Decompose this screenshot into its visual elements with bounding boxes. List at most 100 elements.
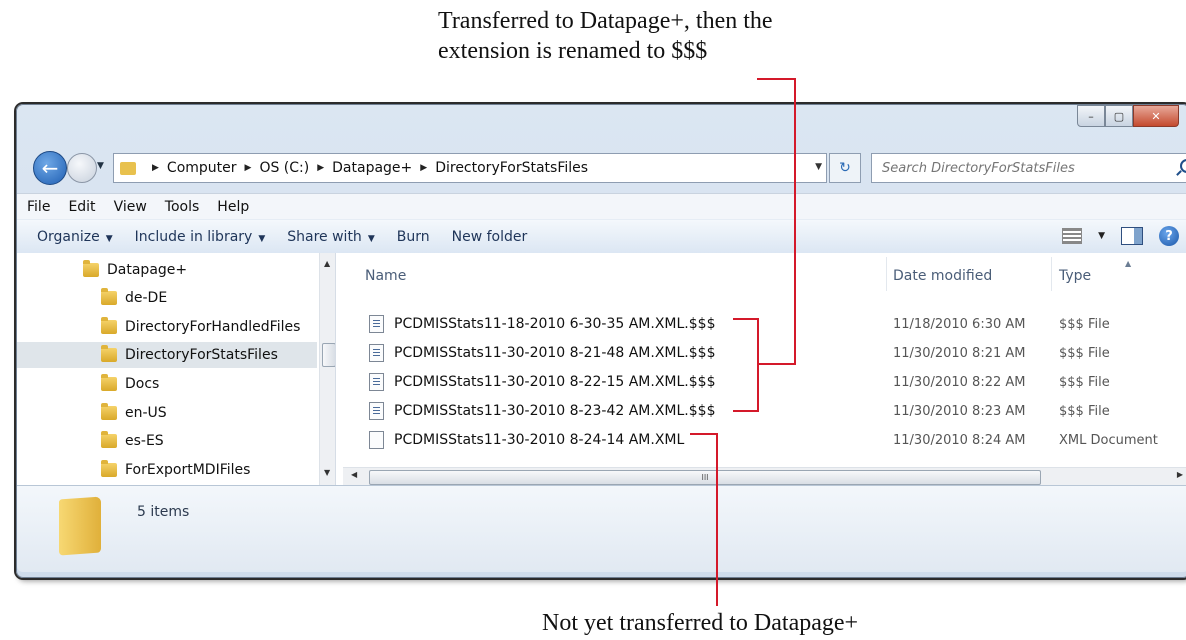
- folder-icon: [101, 431, 117, 448]
- close-button[interactable]: ✕: [1133, 105, 1179, 127]
- column-divider[interactable]: [1051, 257, 1052, 291]
- breadcrumb-separator-icon[interactable]: ▶: [317, 163, 324, 173]
- folder-icon: [101, 317, 117, 334]
- menu-bar: File Edit View Tools Help: [17, 193, 1186, 220]
- tree-item-for-export-mdi-files[interactable]: ForExportMDIFiles: [101, 457, 250, 483]
- column-header-type[interactable]: Type: [1059, 263, 1091, 289]
- folder-icon: [101, 288, 117, 305]
- file-row[interactable]: PCDMISStats11-30-2010 8-22-15 AM.XML.$$$…: [343, 369, 1186, 397]
- xml-file-icon: [369, 431, 384, 449]
- tree-item-label: de-DE: [125, 290, 168, 306]
- file-name: PCDMISStats11-30-2010 8-23-42 AM.XML.$$$: [394, 403, 716, 419]
- search-input[interactable]: [880, 159, 1174, 177]
- file-type: $$$ File: [1059, 346, 1110, 361]
- file-date: 11/18/2010 6:30 AM: [893, 317, 1026, 332]
- breadcrumb-separator-icon[interactable]: ▶: [420, 163, 427, 173]
- scroll-left-icon[interactable]: ◀: [351, 470, 357, 479]
- tree-item-de-de[interactable]: de-DE: [101, 285, 167, 311]
- views-dropdown-icon[interactable]: ▼: [1098, 231, 1105, 241]
- file-row[interactable]: PCDMISStats11-30-2010 8-23-42 AM.XML.$$$…: [343, 398, 1186, 426]
- annotation-bracket: [757, 318, 759, 412]
- file-list: Name Date modified Type ▲ PCDMISStats11-…: [343, 253, 1186, 486]
- details-pane: 5 items: [17, 485, 1186, 572]
- address-bar[interactable]: ▶ Computer ▶ OS (C:) ▶ Datapage+ ▶ Direc…: [113, 153, 827, 183]
- refresh-button[interactable]: ↻: [829, 153, 861, 183]
- tree-item-es-es[interactable]: es-ES: [101, 428, 164, 454]
- tree-item-docs[interactable]: Docs: [101, 371, 159, 397]
- sort-ascending-icon: ▲: [1125, 259, 1132, 268]
- annotation-transferred-line1: Transferred to Datapage+, then the: [438, 8, 773, 34]
- help-icon[interactable]: ?: [1159, 226, 1179, 246]
- menu-tools[interactable]: Tools: [165, 199, 200, 215]
- breadcrumb-directory-for-stats-files[interactable]: DirectoryForStatsFiles: [435, 160, 588, 176]
- breadcrumb-separator-icon[interactable]: ▶: [152, 163, 159, 173]
- file-name: PCDMISStats11-30-2010 8-22-15 AM.XML.$$$: [394, 374, 716, 390]
- sss-file-icon: [369, 315, 384, 333]
- file-list-scrollbar[interactable]: ◀ III ▶: [343, 467, 1186, 486]
- annotation-line: [758, 363, 796, 365]
- annotation-line: [716, 433, 718, 606]
- column-header-name[interactable]: Name: [365, 263, 406, 289]
- file-date: 11/30/2010 8:22 AM: [893, 375, 1026, 390]
- include-in-library-button[interactable]: Include in library ▼: [135, 229, 266, 245]
- tree-item-en-us[interactable]: en-US: [101, 400, 167, 426]
- forward-button[interactable]: [67, 153, 97, 183]
- file-type: $$$ File: [1059, 404, 1110, 419]
- menu-edit[interactable]: Edit: [68, 199, 95, 215]
- burn-button[interactable]: Burn: [397, 229, 430, 245]
- views-icon[interactable]: [1062, 228, 1083, 244]
- scrollbar-thumb[interactable]: III: [369, 470, 1041, 485]
- search-icon[interactable]: [1180, 159, 1186, 173]
- tree-item-label: DirectoryForHandledFiles: [125, 319, 301, 335]
- sss-file-icon: [369, 373, 384, 391]
- address-dropdown-icon[interactable]: ▼: [815, 162, 822, 172]
- column-header-date-modified[interactable]: Date modified: [893, 263, 992, 289]
- file-name: PCDMISStats11-30-2010 8-21-48 AM.XML.$$$: [394, 345, 716, 361]
- file-type: XML Document: [1059, 433, 1158, 448]
- scroll-down-icon[interactable]: ▼: [324, 468, 330, 477]
- breadcrumb-os-c[interactable]: OS (C:): [259, 160, 309, 176]
- share-with-button[interactable]: Share with ▼: [287, 229, 374, 245]
- menu-help[interactable]: Help: [217, 199, 249, 215]
- scroll-right-icon[interactable]: ▶: [1177, 470, 1183, 479]
- tree-item-directory-for-handled-files[interactable]: DirectoryForHandledFiles: [101, 314, 300, 340]
- tree-item-datapage[interactable]: Datapage+: [83, 257, 187, 283]
- maximize-button[interactable]: ▢: [1105, 105, 1133, 127]
- back-button[interactable]: ←: [33, 151, 67, 185]
- chevron-down-icon: ▼: [258, 234, 266, 244]
- chevron-down-icon: ▼: [367, 234, 375, 244]
- explorer-window: – ▢ ✕ ← ▼ ▶ Computer ▶ OS (C:) ▶ Datapag…: [16, 104, 1186, 578]
- nav-pane-scrollbar[interactable]: ▲ ▼: [319, 253, 335, 485]
- file-date: 11/30/2010 8:24 AM: [893, 433, 1026, 448]
- file-name: PCDMISStats11-18-2010 6-30-35 AM.XML.$$$: [394, 316, 716, 332]
- organize-button[interactable]: Organize ▼: [37, 229, 113, 245]
- file-row[interactable]: PCDMISStats11-18-2010 6-30-35 AM.XML.$$$…: [343, 311, 1186, 339]
- include-in-library-label: Include in library: [134, 229, 253, 245]
- new-folder-button[interactable]: New folder: [452, 229, 528, 245]
- breadcrumb-computer[interactable]: Computer: [167, 160, 237, 176]
- file-name-cell: PCDMISStats11-18-2010 6-30-35 AM.XML.$$$: [369, 315, 715, 333]
- column-divider[interactable]: [886, 257, 887, 291]
- minimize-button[interactable]: –: [1077, 105, 1105, 127]
- breadcrumb-datapage[interactable]: Datapage+: [332, 160, 412, 176]
- tree-item-label: en-US: [125, 405, 167, 421]
- breadcrumb-separator-icon[interactable]: ▶: [245, 163, 252, 173]
- scrollbar-thumb[interactable]: [322, 343, 335, 367]
- back-arrow-icon: ←: [41, 156, 59, 180]
- menu-file[interactable]: File: [27, 199, 50, 215]
- folder-icon: [101, 345, 117, 362]
- tree-item-label: es-ES: [125, 433, 164, 449]
- annotation-transferred: Transferred to Datapage+, then the exten…: [438, 6, 858, 66]
- preview-pane-icon[interactable]: [1121, 227, 1143, 245]
- recent-pages-dropdown[interactable]: ▼: [97, 161, 104, 171]
- menu-view[interactable]: View: [114, 199, 147, 215]
- tree-item-label: DirectoryForStatsFiles: [125, 347, 278, 363]
- folder-icon: [101, 460, 117, 477]
- scroll-up-icon[interactable]: ▲: [324, 259, 330, 268]
- command-bar: Organize ▼ Include in library ▼ Share with…: [17, 219, 1186, 255]
- search-box[interactable]: [871, 153, 1186, 183]
- share-with-label: Share with: [287, 229, 362, 245]
- file-row[interactable]: PCDMISStats11-30-2010 8-24-14 AM.XML 11/…: [343, 427, 1186, 455]
- tree-item-directory-for-stats-files[interactable]: DirectoryForStatsFiles: [17, 342, 317, 368]
- annotation-line: [794, 78, 796, 364]
